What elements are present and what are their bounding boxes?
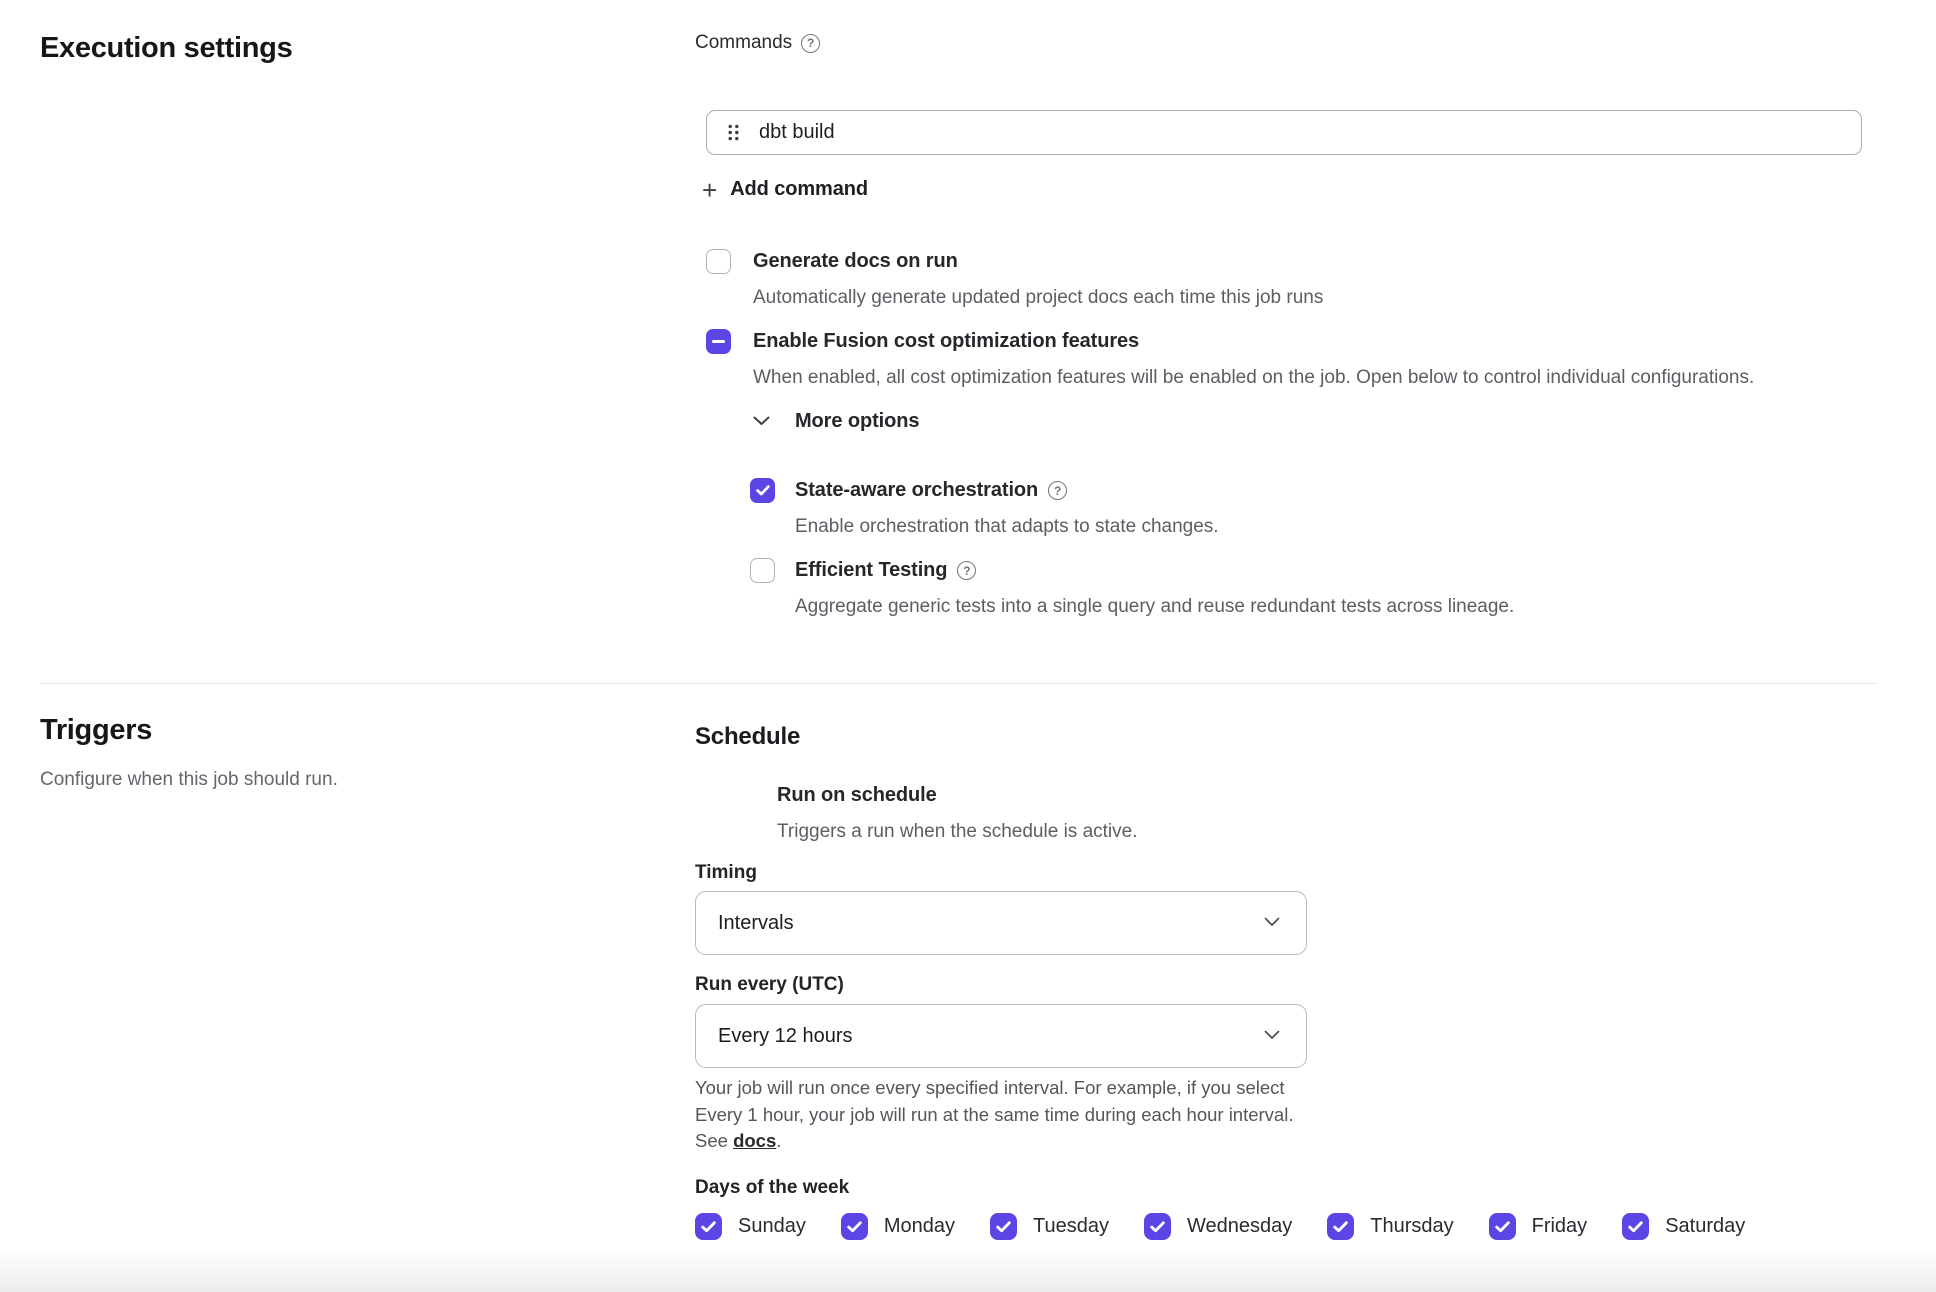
- triggers-title: Triggers: [40, 714, 152, 747]
- docs-link[interactable]: docs: [733, 1130, 776, 1151]
- interval-helper-text: Your job will run once every specified i…: [695, 1075, 1295, 1155]
- command-value[interactable]: dbt build: [759, 121, 835, 144]
- efficient-testing-help-icon[interactable]: ?: [957, 561, 976, 580]
- generate-docs-label: Generate docs on run: [753, 250, 958, 273]
- timing-label: Timing: [695, 862, 757, 884]
- thursday-checkbox[interactable]: [1327, 1213, 1354, 1240]
- run-every-select[interactable]: Every 12 hours: [695, 1004, 1307, 1068]
- more-options-label: More options: [795, 410, 919, 433]
- commands-label: Commands: [695, 32, 792, 54]
- run-on-schedule-description: Triggers a run when the schedule is acti…: [777, 821, 1137, 843]
- fusion-checkbox[interactable]: [706, 329, 731, 354]
- day-item-monday: Monday: [841, 1213, 955, 1240]
- state-aware-checkbox[interactable]: [750, 478, 775, 503]
- wednesday-label: Wednesday: [1187, 1215, 1292, 1238]
- saturday-label: Saturday: [1665, 1215, 1745, 1238]
- day-item-thursday: Thursday: [1327, 1213, 1453, 1240]
- tuesday-label: Tuesday: [1033, 1215, 1109, 1238]
- sunday-checkbox[interactable]: [695, 1213, 722, 1240]
- execution-settings-title: Execution settings: [40, 32, 292, 65]
- sunday-label: Sunday: [738, 1215, 806, 1238]
- tuesday-checkbox[interactable]: [990, 1213, 1017, 1240]
- scroll-fade: [0, 1248, 1936, 1292]
- command-input[interactable]: dbt build: [706, 110, 1862, 155]
- efficient-testing-label: Efficient Testing: [795, 559, 947, 582]
- run-every-label: Run every (UTC): [695, 974, 844, 996]
- timing-select-value: Intervals: [718, 912, 794, 935]
- run-on-schedule-label: Run on schedule: [777, 784, 937, 807]
- state-aware-label: State-aware orchestration: [795, 479, 1038, 502]
- helper-text-before: Your job will run once every specified i…: [695, 1077, 1293, 1151]
- chevron-down-icon: [753, 413, 770, 431]
- generate-docs-checkbox[interactable]: [706, 249, 731, 274]
- fusion-label: Enable Fusion cost optimization features: [753, 330, 1139, 353]
- days-of-week-label: Days of the week: [695, 1177, 849, 1199]
- run-every-select-value: Every 12 hours: [718, 1025, 853, 1048]
- efficient-testing-checkbox[interactable]: [750, 558, 775, 583]
- section-divider: [40, 683, 1876, 684]
- triggers-subtitle: Configure when this job should run.: [40, 769, 338, 791]
- chevron-down-icon: [1264, 914, 1280, 932]
- helper-text-after: .: [776, 1130, 781, 1151]
- chevron-down-icon: [1264, 1027, 1280, 1045]
- timing-select[interactable]: Intervals: [695, 891, 1307, 955]
- more-options-toggle[interactable]: More options: [753, 410, 919, 433]
- friday-checkbox[interactable]: [1489, 1213, 1516, 1240]
- days-of-week-row: Sunday Monday Tuesday Wednesday Thursday…: [695, 1213, 1745, 1240]
- thursday-label: Thursday: [1370, 1215, 1453, 1238]
- toggle-check-icon: [704, 788, 720, 806]
- commands-help-icon[interactable]: ?: [801, 34, 820, 53]
- drag-handle-icon[interactable]: [728, 124, 739, 141]
- friday-label: Friday: [1532, 1215, 1588, 1238]
- monday-checkbox[interactable]: [841, 1213, 868, 1240]
- fusion-description: When enabled, all cost optimization feat…: [753, 367, 1754, 389]
- add-command-button[interactable]: + Add command: [702, 178, 868, 201]
- saturday-checkbox[interactable]: [1622, 1213, 1649, 1240]
- day-item-tuesday: Tuesday: [990, 1213, 1109, 1240]
- job-settings-page: Execution settings Commands ? dbt build …: [0, 0, 1936, 1292]
- day-item-wednesday: Wednesday: [1144, 1213, 1292, 1240]
- day-item-friday: Friday: [1489, 1213, 1588, 1240]
- state-aware-help-icon[interactable]: ?: [1048, 481, 1067, 500]
- generate-docs-description: Automatically generate updated project d…: [753, 287, 1323, 309]
- add-command-label: Add command: [730, 178, 868, 201]
- day-item-sunday: Sunday: [695, 1213, 806, 1240]
- monday-label: Monday: [884, 1215, 955, 1238]
- day-item-saturday: Saturday: [1622, 1213, 1745, 1240]
- toggle-knob: [662, 781, 691, 810]
- wednesday-checkbox[interactable]: [1144, 1213, 1171, 1240]
- plus-icon: +: [702, 180, 717, 200]
- schedule-title: Schedule: [695, 723, 800, 751]
- state-aware-description: Enable orchestration that adapts to stat…: [795, 516, 1219, 538]
- efficient-testing-description: Aggregate generic tests into a single qu…: [795, 596, 1514, 618]
- commands-field-label-row: Commands ?: [695, 32, 820, 54]
